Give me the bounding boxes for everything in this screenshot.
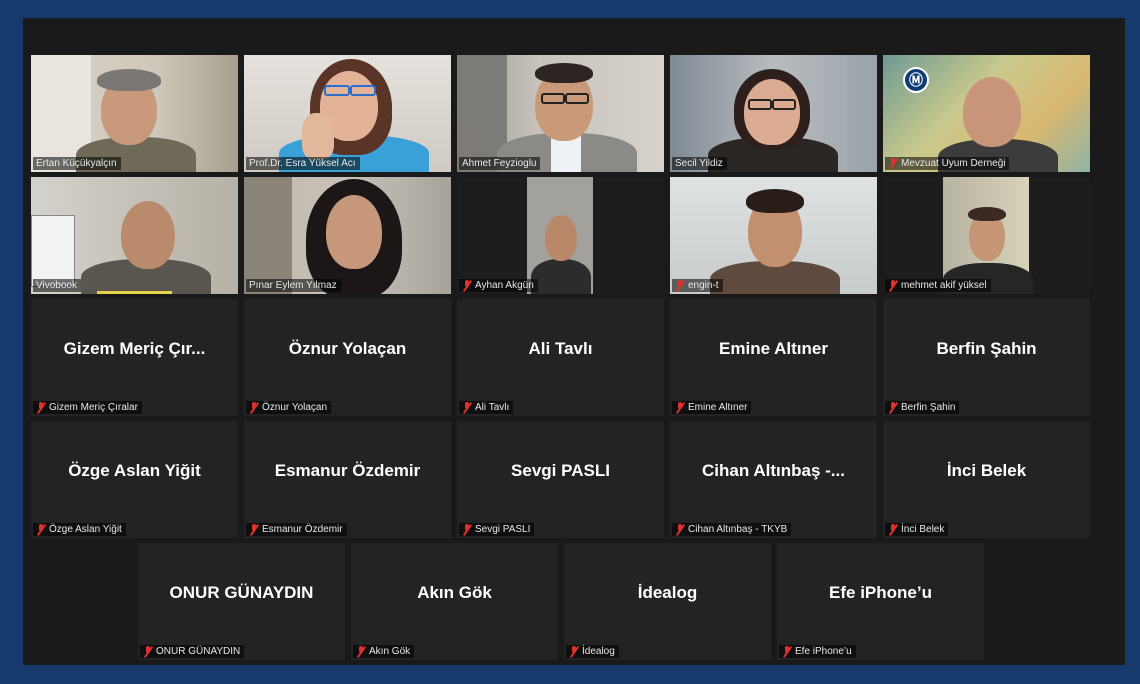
mic-muted-icon <box>675 524 685 535</box>
mic-muted-icon <box>356 646 366 657</box>
participant-name-label: Özge Aslan Yiğit <box>33 523 126 536</box>
participant-tile[interactable]: Cihan Altınbaş -... Cihan Altınbaş - TKY… <box>670 421 877 538</box>
participant-name-label: Emine Altıner <box>672 401 752 414</box>
participant-name-label: Pınar Eylem Yılmaz <box>246 279 341 292</box>
participant-display-name: Berfin Şahin <box>936 339 1037 358</box>
participant-tile[interactable]: Öznur Yolaçan Öznur Yolaçan <box>244 299 451 416</box>
participant-display-name: Efe iPhone’u <box>829 583 932 602</box>
participant-name-label: Akın Gök <box>353 645 415 658</box>
mic-muted-icon <box>36 524 46 535</box>
participant-display-name: Ali Tavlı <box>528 339 593 358</box>
participant-name-label: Ali Tavlı <box>459 401 514 414</box>
participant-video <box>244 55 451 172</box>
participant-display-name: İdealog <box>637 583 698 602</box>
mic-muted-icon <box>36 402 46 413</box>
video-tile[interactable]: Ertan Küçükyalçın <box>31 55 238 172</box>
participant-display-name: İnci Belek <box>946 461 1027 480</box>
mic-muted-icon <box>462 402 472 413</box>
mic-muted-icon <box>675 402 685 413</box>
participant-tile[interactable]: İnci Belek İnci Belek <box>883 421 1090 538</box>
participant-video <box>31 177 238 294</box>
mic-muted-icon <box>888 524 898 535</box>
participant-display-name: Esmanur Özdemir <box>274 461 421 480</box>
participant-video <box>31 55 238 172</box>
video-tile[interactable]: Vivobook <box>31 177 238 294</box>
participant-name-label: Esmanur Özdemir <box>246 523 347 536</box>
organization-logo: Ⓜ <box>903 67 929 93</box>
participant-video <box>670 177 877 294</box>
mic-muted-icon <box>462 524 472 535</box>
participant-name-label: Gizem Meriç Çıralar <box>33 401 142 414</box>
participant-display-name: Akın Gök <box>417 583 492 602</box>
participant-name-label: Öznur Yolaçan <box>246 401 332 414</box>
participant-video: Ⓜ <box>883 55 1090 172</box>
participant-display-name: Emine Altıner <box>719 339 828 358</box>
participant-tile[interactable]: Efe iPhone’u Efe iPhone’u <box>777 543 984 660</box>
participant-tile[interactable]: Gizem Meriç Çır... Gizem Meriç Çıralar <box>31 299 238 416</box>
participant-tile[interactable]: Emine Altıner Emine Altıner <box>670 299 877 416</box>
participant-name-label: Secil Yildiz <box>672 157 727 170</box>
participant-tile[interactable]: Esmanur Özdemir Esmanur Özdemir <box>244 421 451 538</box>
participant-video <box>457 55 664 172</box>
participant-name-label: Cihan Altınbaş - TKYB <box>672 523 792 536</box>
video-tile[interactable]: Pınar Eylem Yılmaz <box>244 177 451 294</box>
participant-name-label: İdealog <box>566 645 619 658</box>
participant-video <box>244 177 451 294</box>
video-tile[interactable]: Ⓜ Mevzuat Uyum Derneği <box>883 55 1090 172</box>
participant-display-name: Gizem Meriç Çır... <box>63 339 206 358</box>
participant-tile[interactable]: ONUR GÜNAYDIN ONUR GÜNAYDIN <box>138 543 345 660</box>
video-tile[interactable]: Prof.Dr. Esra Yüksel Acı <box>244 55 451 172</box>
mic-muted-icon <box>675 280 685 291</box>
participant-name-label: İnci Belek <box>885 523 949 536</box>
participant-video <box>457 177 664 294</box>
participant-name-label: Ayhan Akgün <box>459 279 538 292</box>
participant-video <box>883 177 1090 294</box>
mic-muted-icon <box>888 402 898 413</box>
participant-name-label: Ahmet Feyzioglu <box>459 157 541 170</box>
participant-tile[interactable]: Özge Aslan Yiğit Özge Aslan Yiğit <box>31 421 238 538</box>
participant-tile[interactable]: Akın Gök Akın Gök <box>351 543 558 660</box>
mic-muted-icon <box>569 646 579 657</box>
participant-name-label: ONUR GÜNAYDIN <box>140 645 245 658</box>
mic-muted-icon <box>249 402 259 413</box>
participant-name-label: mehmet akif yüksel <box>885 279 991 292</box>
participant-name-label: Efe iPhone’u <box>779 645 856 658</box>
participant-display-name: Cihan Altınbaş -... <box>702 461 845 480</box>
video-tile[interactable]: engin-t <box>670 177 877 294</box>
mic-muted-icon <box>888 158 898 169</box>
participant-name-label: engin-t <box>672 279 723 292</box>
mic-muted-icon <box>782 646 792 657</box>
meeting-gallery: Ertan Küçükyalçın Prof.Dr. Esra Yüksel A… <box>23 18 1125 665</box>
mic-muted-icon <box>888 280 898 291</box>
video-tile[interactable]: Ahmet Feyzioglu <box>457 55 664 172</box>
video-tile[interactable]: mehmet akif yüksel <box>883 177 1090 294</box>
mic-muted-icon <box>462 280 472 291</box>
participant-name-label: Ertan Küçükyalçın <box>33 157 121 170</box>
spotlight-indicator <box>97 291 172 294</box>
participant-name-label: Sevgi PASLI <box>459 523 535 536</box>
participant-tile[interactable]: Ali Tavlı Ali Tavlı <box>457 299 664 416</box>
mic-muted-icon <box>143 646 153 657</box>
participant-display-name: Sevgi PASLI <box>511 461 610 480</box>
participant-name-label: Vivobook <box>33 279 81 292</box>
participant-display-name: ONUR GÜNAYDIN <box>169 583 314 602</box>
participant-display-name: Öznur Yolaçan <box>288 339 407 358</box>
participant-name-label: Prof.Dr. Esra Yüksel Acı <box>246 157 360 170</box>
participant-video <box>670 55 877 172</box>
video-tile[interactable]: Ayhan Akgün <box>457 177 664 294</box>
participant-tile[interactable]: Berfin Şahin Berfin Şahin <box>883 299 1090 416</box>
participant-tile[interactable]: Sevgi PASLI Sevgi PASLI <box>457 421 664 538</box>
participant-name-label: Mevzuat Uyum Derneği <box>885 157 1010 170</box>
participant-name-label: Berfin Şahin <box>885 401 960 414</box>
participant-tile[interactable]: İdealog İdealog <box>564 543 771 660</box>
participant-display-name: Özge Aslan Yiğit <box>68 461 201 480</box>
video-tile-active-speaker[interactable]: Secil Yildiz <box>670 55 877 172</box>
mic-muted-icon <box>249 524 259 535</box>
